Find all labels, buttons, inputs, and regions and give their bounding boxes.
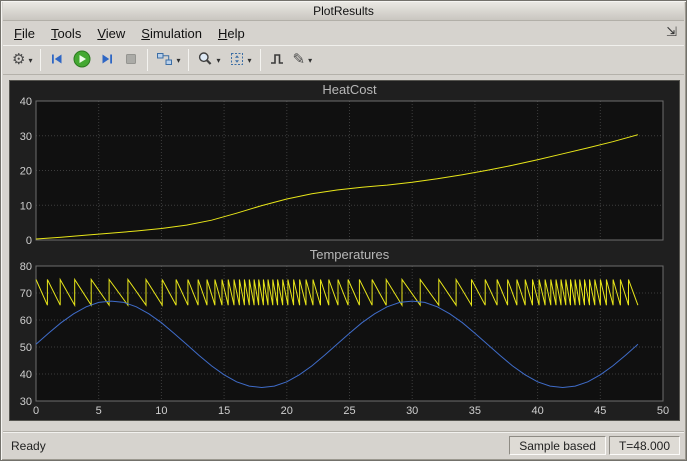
status-sim-time: T=48.000 (608, 436, 680, 455)
chevron-down-icon[interactable]: ▾ (308, 56, 312, 65)
svg-text:50: 50 (657, 405, 669, 417)
chevron-down-icon[interactable]: ▾ (176, 56, 180, 65)
svg-text:Temperatures: Temperatures (310, 247, 390, 262)
menu-item-file[interactable]: File (6, 23, 43, 44)
dock-icon[interactable]: ⇲ (666, 24, 677, 40)
svg-text:30: 30 (20, 396, 32, 408)
toolbar-separator (40, 49, 42, 71)
scope-plots[interactable]: HeatCost010203040Temperatures30405060708… (9, 80, 680, 421)
blocks-icon (156, 51, 173, 70)
toolbar-separator (259, 49, 261, 71)
toolbar-separator (147, 49, 149, 71)
svg-text:20: 20 (20, 166, 32, 178)
svg-text:35: 35 (469, 405, 481, 417)
svg-text:40: 40 (20, 369, 32, 381)
scope-window: PlotResults File Tools View Simulation H… (0, 0, 687, 461)
run-icon (73, 50, 91, 71)
window-titlebar[interactable]: PlotResults (3, 2, 684, 21)
menubar: File Tools View Simulation Help ⇲ (3, 21, 684, 45)
fit-to-view-button[interactable]: ▾ (225, 48, 256, 72)
svg-text:5: 5 (96, 405, 102, 417)
window-title: PlotResults (313, 4, 374, 18)
svg-text:10: 10 (20, 200, 32, 212)
magnifier-icon (197, 51, 213, 70)
menu-item-tools[interactable]: Tools (43, 23, 89, 44)
toolbar-separator (188, 49, 190, 71)
svg-text:40: 40 (20, 96, 32, 108)
step-back-button[interactable] (45, 48, 69, 72)
svg-text:20: 20 (281, 405, 293, 417)
svg-text:15: 15 (218, 405, 230, 417)
fit-icon (229, 51, 245, 70)
svg-text:45: 45 (594, 405, 606, 417)
menu-item-view[interactable]: View (89, 23, 133, 44)
menu-item-help[interactable]: Help (210, 23, 253, 44)
svg-text:80: 80 (20, 261, 32, 273)
svg-text:70: 70 (20, 288, 32, 300)
chevron-down-icon[interactable]: ▾ (28, 56, 32, 65)
stop-button[interactable] (119, 48, 143, 72)
step-back-icon (49, 51, 65, 70)
svg-text:HeatCost: HeatCost (322, 82, 377, 97)
statusbar: Ready Sample based T=48.000 (3, 432, 684, 458)
svg-text:0: 0 (33, 405, 39, 417)
svg-text:30: 30 (20, 131, 32, 143)
status-message: Ready (11, 438, 46, 453)
gear-icon: ⚙ (12, 51, 26, 68)
run-button[interactable] (69, 48, 95, 72)
svg-text:0: 0 (26, 235, 32, 247)
svg-text:40: 40 (531, 405, 543, 417)
chevron-down-icon[interactable]: ▾ (216, 56, 220, 65)
trigger-icon (269, 51, 285, 70)
svg-text:30: 30 (406, 405, 418, 417)
triggers-button[interactable] (265, 48, 289, 72)
svg-text:25: 25 (343, 405, 355, 417)
zoom-button[interactable]: ▾ (193, 48, 224, 72)
measurements-icon: ✎ (292, 51, 306, 68)
menu-item-simulation[interactable]: Simulation (133, 23, 210, 44)
svg-text:50: 50 (20, 342, 32, 354)
svg-text:10: 10 (155, 405, 167, 417)
step-forward-icon (99, 51, 115, 70)
highlight-simulink-block-button[interactable]: ▾ (152, 48, 184, 72)
plot-area: HeatCost 0 10 20 30 40 Temperatures 30 40 50 60 70 8… (3, 75, 684, 432)
stop-icon (123, 51, 139, 70)
status-sample-mode: Sample based (509, 436, 606, 455)
step-forward-button[interactable] (95, 48, 119, 72)
svg-text:60: 60 (20, 315, 32, 327)
chevron-down-icon[interactable]: ▾ (248, 56, 252, 65)
toolbar: ⚙ ▾ ▾ ▾ ▾ ✎ ▾ (3, 45, 684, 75)
configuration-button[interactable]: ⚙ ▾ (8, 48, 36, 72)
cursor-measurements-button[interactable]: ✎ ▾ (289, 48, 317, 72)
